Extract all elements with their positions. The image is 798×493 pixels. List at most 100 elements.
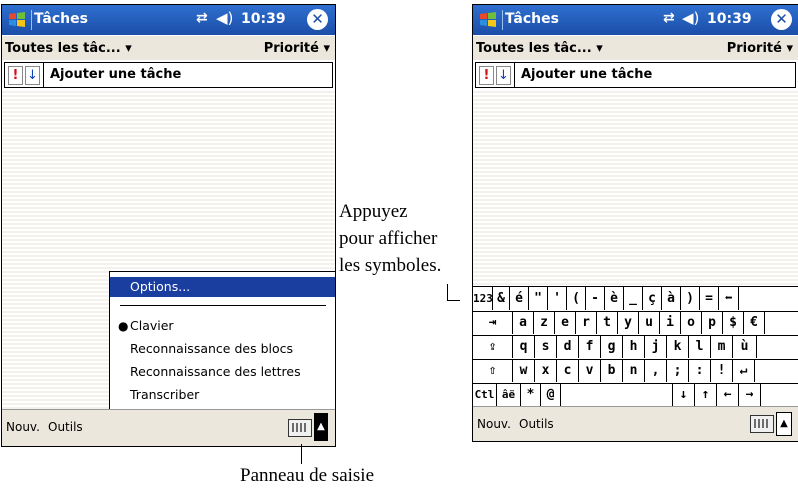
connectivity-icon[interactable]: ⇄ bbox=[663, 10, 675, 26]
keyboard-key[interactable]: ← bbox=[717, 383, 739, 406]
keyboard-key[interactable]: u bbox=[639, 311, 660, 334]
app-title: Tâches bbox=[505, 11, 559, 27]
space-key[interactable] bbox=[561, 383, 673, 406]
keyboard-key[interactable]: $ bbox=[723, 311, 744, 334]
keyboard-key[interactable]: è bbox=[605, 287, 624, 310]
keyboard-key[interactable]: m bbox=[711, 335, 733, 358]
connectivity-icon[interactable]: ⇄ bbox=[196, 10, 208, 26]
volume-icon[interactable]: ◀) bbox=[216, 9, 233, 27]
keyboard-key[interactable]: x bbox=[535, 359, 557, 382]
menu-item-transcriber[interactable]: Transcriber bbox=[110, 385, 335, 405]
close-icon[interactable]: ✕ bbox=[771, 9, 792, 30]
keyboard-key[interactable]: ! bbox=[711, 359, 733, 382]
keyboard-key[interactable]: ↓ bbox=[673, 383, 695, 406]
symbols-callout-leader-foot bbox=[447, 300, 460, 301]
close-icon[interactable]: ✕ bbox=[307, 9, 328, 30]
keyboard-key[interactable]: v bbox=[579, 359, 601, 382]
filter-dropdown[interactable]: Toutes les tâc... ▾ bbox=[476, 41, 603, 56]
keyboard-key[interactable]: y bbox=[618, 311, 639, 334]
keyboard-key[interactable]: ↵ bbox=[733, 359, 755, 382]
keyboard-key[interactable]: ; bbox=[667, 359, 689, 382]
keyboard-key[interactable]: t bbox=[597, 311, 618, 334]
keyboard-key[interactable]: q bbox=[513, 335, 535, 358]
filter-dropdown[interactable]: Toutes les tâc... ▾ bbox=[5, 41, 132, 56]
keyboard-key[interactable]: 123 bbox=[473, 287, 493, 310]
keyboard-key[interactable]: d bbox=[557, 335, 579, 358]
keyboard-key[interactable]: s bbox=[535, 335, 557, 358]
keyboard-key[interactable]: i bbox=[660, 311, 681, 334]
keyboard-key[interactable]: p bbox=[702, 311, 723, 334]
symbols-callout-line-2: pour afficher bbox=[339, 228, 438, 249]
tools-menu[interactable]: Outils bbox=[519, 417, 554, 431]
sort-dropdown[interactable]: Priorité ▾ bbox=[264, 41, 330, 56]
keyboard-key[interactable]: ↑ bbox=[695, 383, 717, 406]
priority-high-button[interactable]: ! bbox=[8, 66, 23, 85]
keyboard-key[interactable]: ' bbox=[548, 287, 567, 310]
keyboard-key[interactable]: f bbox=[579, 335, 601, 358]
priority-high-button[interactable]: ! bbox=[479, 66, 494, 85]
keyboard-key[interactable]: € bbox=[744, 311, 765, 334]
keyboard-key[interactable]: é bbox=[510, 287, 529, 310]
keyboard-key[interactable]: - bbox=[586, 287, 605, 310]
keyboard-key[interactable]: r bbox=[576, 311, 597, 334]
menu-item-letter-recognizer[interactable]: Reconnaissance des lettres bbox=[110, 362, 335, 382]
keyboard-key[interactable]: ) bbox=[681, 287, 700, 310]
keyboard-key[interactable]: = bbox=[700, 287, 719, 310]
keyboard-key[interactable]: , bbox=[645, 359, 667, 382]
keyboard-key[interactable]: b bbox=[601, 359, 623, 382]
new-menu[interactable]: Nouv. bbox=[477, 417, 511, 431]
keyboard-key[interactable]: * bbox=[521, 383, 541, 406]
input-selector-arrow-icon[interactable]: ▲ bbox=[776, 412, 792, 436]
add-task-input[interactable]: Ajouter une tâche bbox=[43, 63, 332, 87]
keyboard-key[interactable]: n bbox=[623, 359, 645, 382]
menu-item-block-recognizer[interactable]: Reconnaissance des blocs bbox=[110, 339, 335, 359]
tools-menu[interactable]: Outils bbox=[48, 420, 83, 434]
new-menu[interactable]: Nouv. bbox=[6, 420, 40, 434]
keyboard-key[interactable]: w bbox=[513, 359, 535, 382]
clock[interactable]: 10:39 bbox=[707, 11, 752, 27]
keyboard-key[interactable]: Ctl bbox=[473, 383, 497, 406]
input-selector-arrow-icon[interactable]: ▲ bbox=[314, 413, 328, 441]
volume-icon[interactable]: ◀) bbox=[682, 9, 699, 27]
keyboard-key[interactable]: h bbox=[623, 335, 645, 358]
keyboard-key[interactable]: l bbox=[689, 335, 711, 358]
keyboard-key[interactable]: ⇧ bbox=[473, 359, 513, 382]
keyboard-icon[interactable] bbox=[288, 419, 312, 437]
keyboard-icon[interactable] bbox=[750, 415, 774, 433]
keyboard-key[interactable]: à bbox=[662, 287, 681, 310]
keyboard-key[interactable]: ⇥ bbox=[473, 311, 513, 334]
keyboard-key[interactable]: ⬅ bbox=[719, 287, 739, 310]
task-list[interactable] bbox=[473, 89, 798, 286]
keyboard-key[interactable]: j bbox=[645, 335, 667, 358]
keyboard-key[interactable]: @ bbox=[541, 383, 561, 406]
clock[interactable]: 10:39 bbox=[241, 11, 286, 27]
keyboard-key[interactable]: z bbox=[534, 311, 555, 334]
keyboard-key[interactable]: → bbox=[739, 383, 761, 406]
priority-low-button[interactable]: ↓ bbox=[496, 66, 511, 85]
symbols-callout-line-1: Appuyez bbox=[339, 201, 408, 222]
keyboard-key[interactable]: e bbox=[555, 311, 576, 334]
windows-start-icon[interactable] bbox=[7, 10, 27, 30]
keyboard-row: ⇥ a z e r t y u i o p $ € bbox=[473, 311, 798, 336]
keyboard-key[interactable]: : bbox=[689, 359, 711, 382]
keyboard-key[interactable]: " bbox=[529, 287, 548, 310]
sort-label: Priorité bbox=[726, 41, 782, 56]
keyboard-key[interactable]: âë bbox=[497, 383, 521, 406]
keyboard-key[interactable]: a bbox=[513, 311, 534, 334]
menu-item-options[interactable]: Options... bbox=[110, 277, 335, 297]
priority-low-button[interactable]: ↓ bbox=[25, 66, 40, 85]
keyboard-key[interactable]: c bbox=[557, 359, 579, 382]
keyboard-key[interactable]: ( bbox=[567, 287, 586, 310]
add-task-input[interactable]: Ajouter une tâche bbox=[514, 63, 795, 87]
keyboard-key[interactable]: _ bbox=[624, 287, 643, 310]
keyboard-key[interactable]: o bbox=[681, 311, 702, 334]
keyboard-key[interactable]: g bbox=[601, 335, 623, 358]
keyboard-key[interactable]: ù bbox=[733, 335, 757, 358]
keyboard-key[interactable]: k bbox=[667, 335, 689, 358]
windows-start-icon[interactable] bbox=[478, 10, 498, 30]
keyboard-key[interactable]: ⇪ bbox=[473, 335, 513, 358]
keyboard-key[interactable]: & bbox=[493, 287, 510, 310]
sort-dropdown[interactable]: Priorité ▾ bbox=[727, 41, 793, 56]
keyboard-key[interactable]: ç bbox=[643, 287, 662, 310]
menu-item-keyboard[interactable]: ● Clavier bbox=[110, 316, 335, 336]
